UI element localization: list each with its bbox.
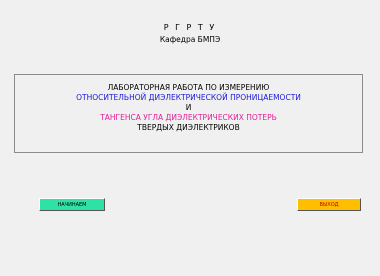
start-button[interactable]: НАЧИНАЕМ <box>39 198 105 211</box>
university-name: Р Г Р Т У <box>163 23 217 32</box>
department-name: Кафедра БМПЭ <box>159 35 221 44</box>
title-line-2: ОТНОСИТЕЛЬНОЙ ДИЭЛЕКТРИЧЕСКОЙ ПРОНИЦАЕМО… <box>76 93 301 102</box>
title-line-3: И <box>185 103 192 112</box>
title-line-5: ТВЕРДЫХ ДИЭЛЕКТРИКОВ <box>137 123 240 132</box>
exit-button[interactable]: ВЫХОД <box>297 198 361 211</box>
main-window: Р Г Р Т У Кафедра БМПЭ ЛАБОРАТОРНАЯ РАБО… <box>0 0 380 276</box>
title-line-4: ТАНГЕНСА УГЛА ДИЭЛЕКТРИЧЕСКИХ ПОТЕРЬ <box>100 113 277 122</box>
title-line-1: ЛАБОРАТОРНАЯ РАБОТА ПО ИЗМЕРЕНИЮ <box>107 83 270 92</box>
lab-title-panel: ЛАБОРАТОРНАЯ РАБОТА ПО ИЗМЕРЕНИЮ ОТНОСИТ… <box>14 74 363 153</box>
